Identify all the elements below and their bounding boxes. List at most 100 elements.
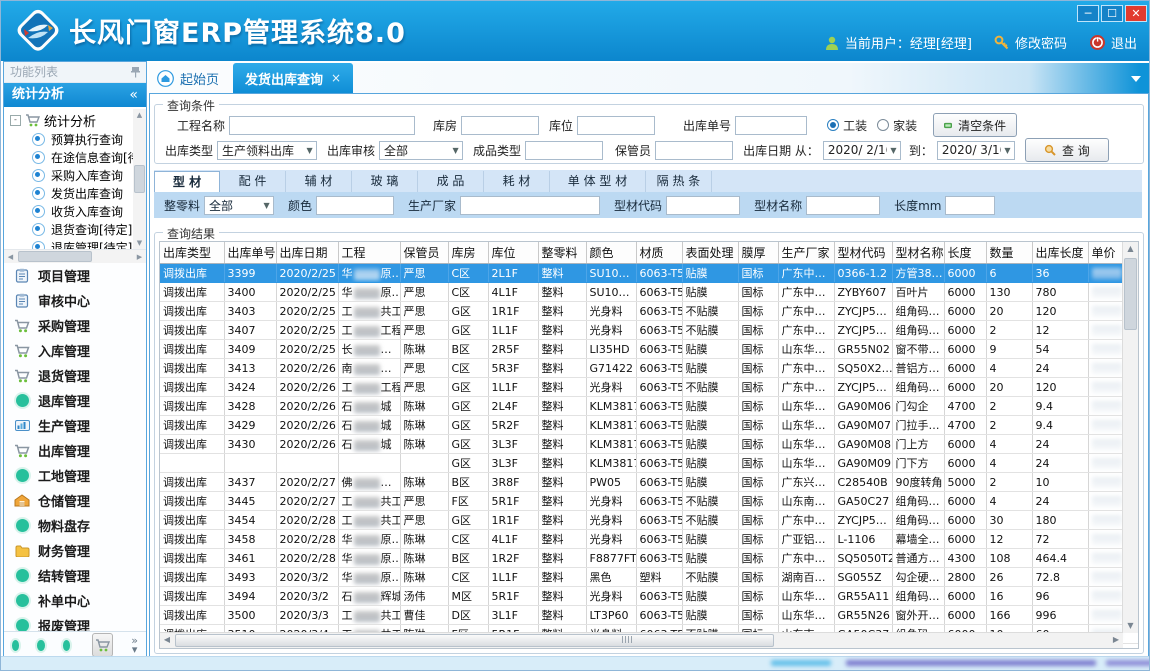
column-header-date[interactable]: 出库日期 [276,242,338,264]
sidebar-item-退库管理[interactable]: 退库管理 [4,388,146,413]
tab-close-icon[interactable]: × [331,71,341,85]
column-header-len[interactable]: 长度 [944,242,986,264]
whole-select[interactable]: 全部▼ [204,196,274,215]
tabstrip-dropdown-icon[interactable] [1131,76,1141,82]
color-input[interactable] [316,196,394,215]
column-header-room[interactable]: 库房 [448,242,488,264]
tree-item-3[interactable]: 采购入库查询 [10,166,146,184]
radio-家装[interactable]: 家装 [877,117,917,134]
length-input[interactable] [945,196,995,215]
sidebar-item-报废管理[interactable]: 报废管理 [4,613,146,631]
grid-row-12[interactable]: 调拨出库34372020/2/27佛…陈琳B区3R8F整料PW056063-T5… [160,473,1139,492]
tree-item-1[interactable]: 预算执行查询 [10,130,146,148]
tab-home[interactable]: 起始页 [149,63,233,93]
minimize-button[interactable]: ─ [1077,5,1099,22]
column-header-type[interactable]: 出库类型 [160,242,224,264]
tree-item-6[interactable]: 退货查询[待定] [10,220,146,238]
material-tab-1[interactable]: 型 材 [154,171,220,192]
material-tab-4[interactable]: 玻 璃 [352,171,418,192]
footer-cart-button[interactable] [92,633,113,657]
sidebar-item-采购管理[interactable]: 采购管理 [4,313,146,338]
maximize-button[interactable]: ☐ [1101,5,1123,22]
grid-row-19[interactable]: 调拨出库35002020/3/3工共工程曹佳D区3L1F整料LT3P606063… [160,606,1139,625]
tree-item-5[interactable]: 收货入库查询 [10,202,146,220]
pin-icon[interactable] [131,66,140,78]
column-header-proj[interactable]: 工程 [338,242,400,264]
sidebar-panel-caption[interactable]: 统计分析 « [4,83,146,107]
grid-row-18[interactable]: 调拨出库34942020/3/2石辉城汤伟M区5R1F整料光身料6063-T5贴… [160,587,1139,606]
material-tab-2[interactable]: 配 件 [220,171,286,192]
tree-item-4[interactable]: 发货出库查询 [10,184,146,202]
order-no-input[interactable] [735,116,807,135]
column-header-mat[interactable]: 材质 [636,242,682,264]
audit-select[interactable]: 全部▼ [379,141,463,160]
tree-item-2[interactable]: 在途信息查询[待 [10,148,146,166]
code-input[interactable] [666,196,740,215]
sidebar-item-项目管理[interactable]: 项目管理 [4,263,146,288]
column-header-color[interactable]: 颜色 [586,242,636,264]
grid-row-16[interactable]: 调拨出库34612020/2/28华原…陈琳B区1R2F整料F8877FT606… [160,549,1139,568]
grid-row-10[interactable]: 调拨出库34302020/2/26石城陈琳G区3L3F整料KLM38176063… [160,435,1139,454]
grid-row-13[interactable]: 调拨出库34452020/2/27工共工程严思F区5R1F整料光身料6063-T… [160,492,1139,511]
column-header-qty[interactable]: 数量 [986,242,1032,264]
out-type-select[interactable]: 生产领料出库▼ [217,141,317,160]
logout-button[interactable]: 退出 [1089,33,1137,52]
grid-row-9[interactable]: 调拨出库34292020/2/26石城陈琳G区5R2F整料KLM38176063… [160,416,1139,435]
sidebar-item-工地管理[interactable]: 工地管理 [4,463,146,488]
sidebar-item-审核中心[interactable]: 审核中心 [4,288,146,313]
grid-row-11[interactable]: G区3L3F整料KLM38176063-T5贴膜国标山东华…GA90M09.门下… [160,454,1139,473]
warehouse-input[interactable] [461,116,539,135]
column-header-no[interactable]: 出库单号 [224,242,276,264]
project-name-input[interactable] [229,116,415,135]
footer-overflow-button[interactable]: »▾ [131,636,138,654]
grid-row-4[interactable]: 调拨出库34072020/2/25工工程严思G区1L1F整料光身料6063-T5… [160,321,1139,340]
tree-vertical-scrollbar[interactable]: ▲▼ [133,109,146,249]
material-tab-7[interactable]: 单 体 型 材 [550,171,646,192]
sidebar-item-出库管理[interactable]: 出库管理 [4,438,146,463]
search-button[interactable]: 查 询 [1025,138,1109,162]
material-tab-6[interactable]: 耗 材 [484,171,550,192]
grid-vertical-scrollbar[interactable]: ▲▼ [1122,242,1138,633]
collapse-icon[interactable]: « [129,83,138,107]
grid-row-5[interactable]: 调拨出库34092020/2/25长…陈琳B区2R5F整料LI35HD6063-… [160,340,1139,359]
tree-root[interactable]: - 统计分析 [10,110,146,130]
grid-row-2[interactable]: 调拨出库34002020/2/25华原…严思C区4L1F整料SU10…6063-… [160,283,1139,302]
column-header-outlen[interactable]: 出库长度 [1032,242,1088,264]
column-header-loc[interactable]: 库位 [488,242,538,264]
grid-row-17[interactable]: 调拨出库34932020/3/2华原…陈琳C区1L1F整料黑色塑料不贴膜国标湖南… [160,568,1139,587]
name-input[interactable] [806,196,880,215]
close-button[interactable]: ✕ [1125,5,1147,22]
sidebar-item-退货管理[interactable]: 退货管理 [4,363,146,388]
column-header-code[interactable]: 型材代码 [834,242,892,264]
tree-expander-icon[interactable]: - [10,115,21,126]
tree-item-7[interactable]: 退库管理[待定] [10,238,146,249]
tab-active[interactable]: 发货出库查询 × [233,63,353,93]
grid-row-6[interactable]: 调拨出库34132020/2/26南…严思C区5R3F整料G714226063-… [160,359,1139,378]
keeper-input[interactable] [655,141,733,160]
product-type-input[interactable] [525,141,603,160]
change-password-button[interactable]: 修改密码 [994,33,1067,52]
grid-row-15[interactable]: 调拨出库34582020/2/28华原…陈琳C区4L1F整料光身料6063-T5… [160,530,1139,549]
sidebar-item-财务管理[interactable]: 财务管理 [4,538,146,563]
material-tab-3[interactable]: 辅 材 [286,171,352,192]
column-header-factory[interactable]: 生产厂家 [778,242,834,264]
grid-row-14[interactable]: 调拨出库34542020/2/28工共工程严思G区1R1F整料光身料6063-T… [160,511,1139,530]
column-header-film[interactable]: 膜厚 [738,242,778,264]
location-input[interactable] [577,116,655,135]
grid-row-3[interactable]: 调拨出库34032020/2/25工共工程严思G区1R1F整料光身料6063-T… [160,302,1139,321]
grid-row-7[interactable]: 调拨出库34242020/2/26工工程严思G区1L1F整料光身料6063-T5… [160,378,1139,397]
column-header-whole[interactable]: 整零料 [538,242,586,264]
grid-horizontal-scrollbar[interactable]: ◀▶ [160,632,1123,648]
sidebar-item-结转管理[interactable]: 结转管理 [4,563,146,588]
column-header-keeper[interactable]: 保管员 [400,242,448,264]
sidebar-item-仓储管理[interactable]: 仓储管理 [4,488,146,513]
sidebar-item-物料盘存[interactable]: 物料盘存 [4,513,146,538]
factory-input[interactable] [460,196,600,215]
clear-conditions-button[interactable]: 清空条件 [933,113,1017,137]
tree-horizontal-scrollbar[interactable]: ◀▶ [4,249,146,263]
radio-工装[interactable]: 工装 [827,117,867,134]
column-header-name[interactable]: 型材名称 [892,242,944,264]
sidebar-item-生产管理[interactable]: 生产管理 [4,413,146,438]
date-to-select[interactable]: 2020/ 3/16▼ [937,141,1015,160]
footer-module-icon[interactable] [63,640,70,651]
